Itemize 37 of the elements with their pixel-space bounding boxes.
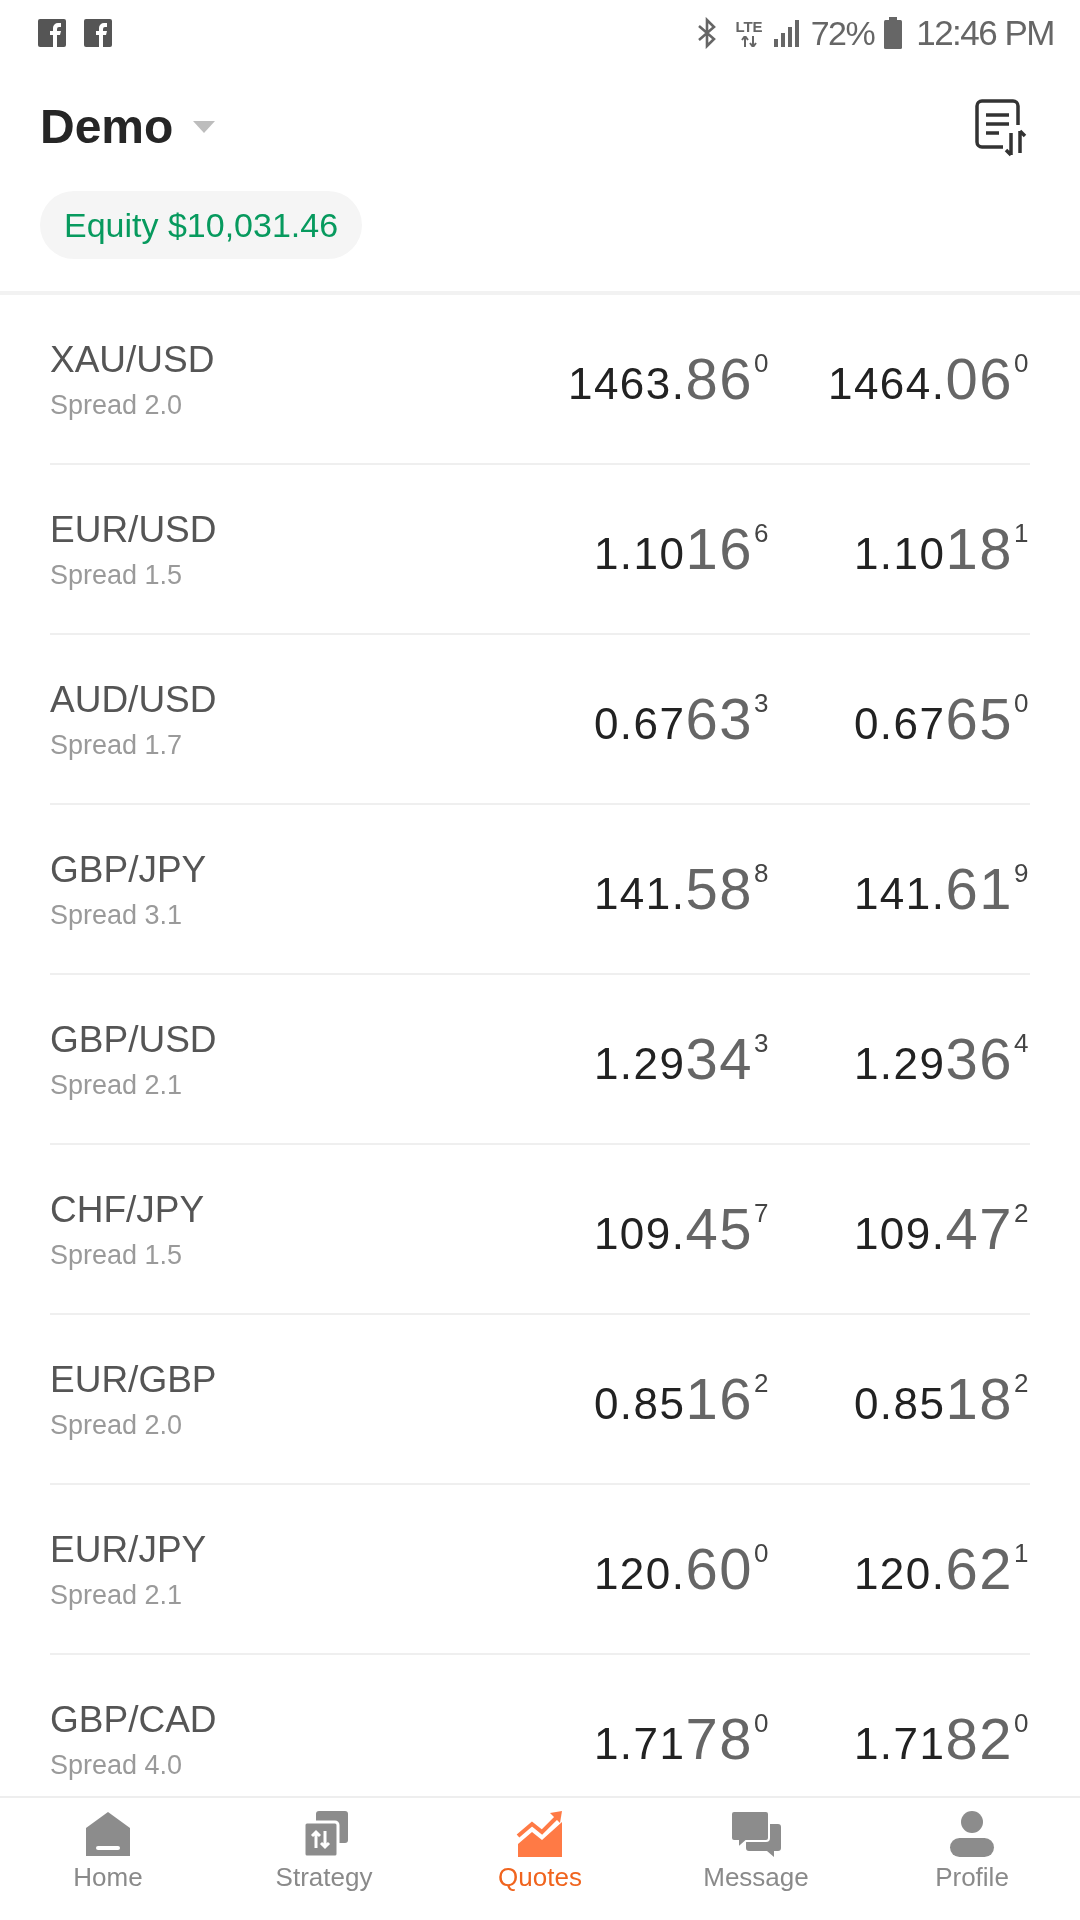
nav-tab[interactable]: Profile [864, 1798, 1080, 1920]
battery-icon [884, 16, 903, 49]
nav-tab[interactable]: Message [648, 1798, 864, 1920]
clock-time: 12:46 PM [916, 15, 1054, 50]
network-type-label: LTE [735, 18, 763, 34]
currency-pair: GBP/JPY [50, 851, 207, 888]
data-arrows-icon [741, 35, 757, 47]
spread-label: Spread 3.1 [50, 902, 184, 929]
spread-label: Spread 1.5 [50, 1242, 184, 1269]
currency-pair: GBP/USD [50, 1021, 217, 1058]
bluetooth-icon [697, 16, 718, 49]
spread-label: Spread 4.0 [50, 1752, 184, 1779]
signal-icon [772, 18, 801, 47]
letter-f-square-icon [84, 18, 112, 47]
caret-icon [193, 121, 216, 133]
spread-label: Spread 2.0 [50, 392, 184, 419]
document-sort-icon [973, 97, 1027, 157]
currency-pair: CHF/JPY [50, 1191, 205, 1228]
currency-pair: EUR/JPY [50, 1531, 207, 1568]
currency-pair: XAU/USD [50, 341, 215, 378]
nav-tab[interactable]: Strategy [216, 1798, 432, 1920]
currency-pair: EUR/GBP [50, 1361, 217, 1398]
currency-pair: EUR/USD [50, 511, 217, 548]
nav-tab[interactable]: Home [0, 1798, 216, 1920]
letter-f-square-icon [38, 18, 66, 47]
spread-label: Spread 1.7 [50, 732, 184, 759]
account-selector[interactable]: Demo [40, 103, 216, 151]
spread-label: Spread 1.5 [50, 562, 184, 589]
equity-pill: Equity $10,031.46 [40, 191, 363, 259]
currency-pair: GBP/CAD [50, 1701, 217, 1738]
spread-label: Spread 2.0 [50, 1412, 184, 1439]
currency-pair: AUD/USD [50, 681, 217, 718]
battery-percent: 72% [810, 15, 875, 50]
spread-label: Spread 2.1 [50, 1072, 184, 1099]
nav-tab[interactable]: Quotes [432, 1798, 648, 1920]
chat-icon [730, 1810, 782, 1858]
spread-label: Spread 2.1 [50, 1582, 184, 1609]
